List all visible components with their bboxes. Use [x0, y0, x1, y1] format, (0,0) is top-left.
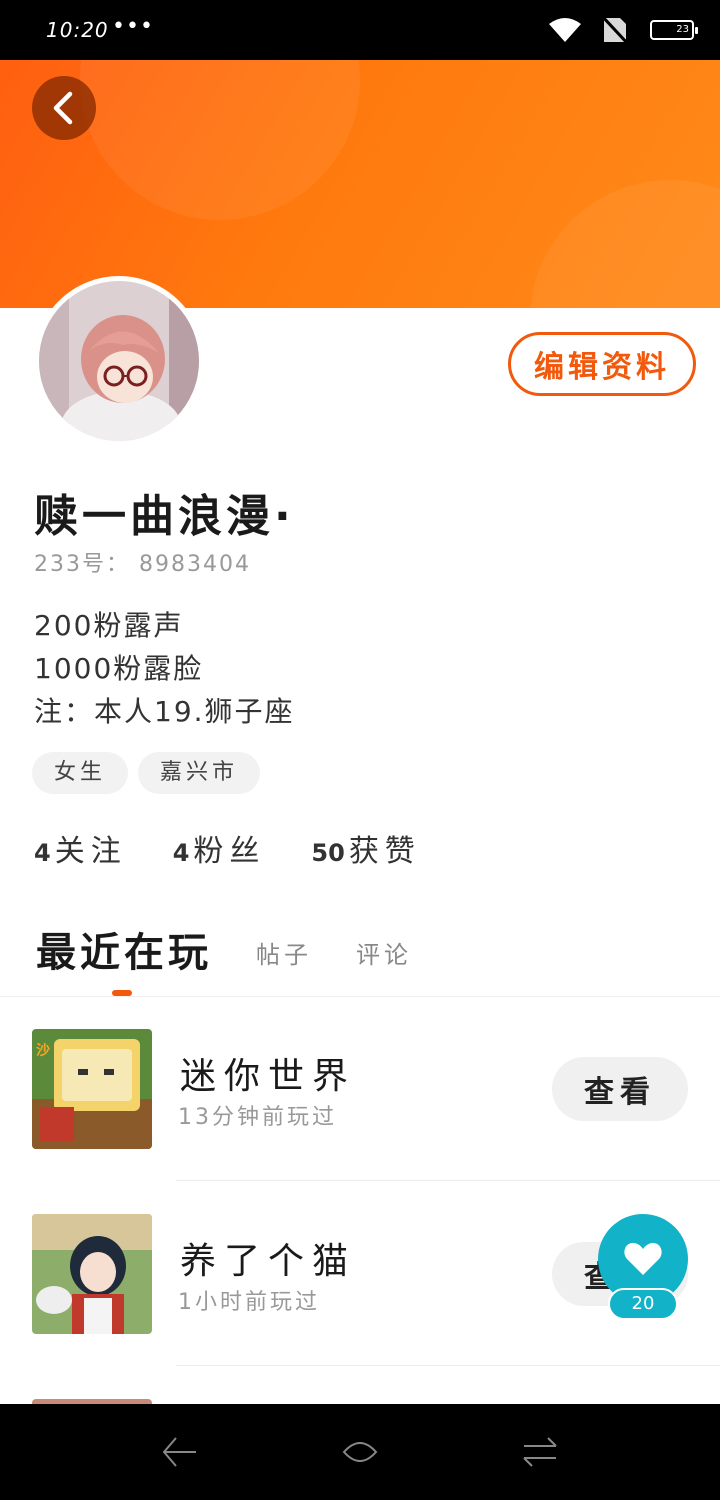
bio-line: 注：本人19.狮子座	[34, 695, 295, 728]
game-last-played: 1小时前玩过	[178, 1290, 320, 1315]
stat-followers-label: 粉丝	[193, 834, 266, 869]
home-diamond-icon	[342, 1442, 378, 1462]
status-bar: 10:20 ••• 23	[0, 0, 720, 60]
nav-recents-button[interactable]	[520, 1432, 560, 1472]
bio-line: 200粉露声	[34, 609, 184, 642]
notification-dots: •••	[112, 14, 154, 39]
edit-profile-button[interactable]: 编辑资料	[508, 332, 696, 396]
tab-recent-games[interactable]: 最近在玩	[36, 920, 212, 978]
game-last-played: 13分钟前玩过	[178, 1105, 337, 1130]
game-icon-cat	[32, 1214, 152, 1334]
game-icon-mini-world: 沙	[32, 1029, 152, 1149]
stat-followers-count: 4	[172, 839, 190, 867]
view-button[interactable]: 查看	[552, 1057, 688, 1121]
profile-tags: 女生 嘉兴市	[32, 752, 261, 794]
profile-banner	[0, 60, 720, 308]
bio: 200粉露声 1000粉露脸 注：本人19.狮子座	[34, 604, 295, 733]
switch-arrows-icon	[523, 1437, 557, 1467]
stat-likes-label: 获赞	[348, 834, 421, 869]
content-tabs: 最近在玩 帖子 评论	[36, 920, 412, 978]
status-time: 10:20	[46, 18, 109, 42]
system-nav-bar	[0, 1404, 720, 1500]
nav-home-button[interactable]	[340, 1432, 380, 1472]
profile-stats: 4 关注 4 粉丝 50 获赞	[34, 826, 421, 870]
divider	[176, 1365, 720, 1366]
stat-following-label: 关注	[54, 834, 127, 869]
game-list-item[interactable]: 沙 迷你世界 13分钟前玩过 查看	[0, 997, 720, 1181]
svg-text:沙: 沙	[36, 1043, 50, 1059]
like-count-badge: 20	[608, 1288, 678, 1320]
stat-likes[interactable]: 50 获赞	[311, 826, 420, 870]
game-name: 迷你世界	[180, 1056, 357, 1097]
back-button[interactable]	[32, 76, 96, 140]
stat-following[interactable]: 4 关注	[34, 826, 127, 870]
bio-line: 1000粉露脸	[34, 652, 204, 685]
heart-icon	[624, 1242, 662, 1275]
stat-followers[interactable]: 4 粉丝	[173, 826, 266, 870]
tag-gender: 女生	[32, 752, 129, 794]
nickname: 赎一曲浪漫·	[34, 491, 295, 542]
stat-following-count: 4	[34, 839, 51, 867]
battery-icon: 23	[650, 20, 698, 40]
nav-back-button[interactable]	[160, 1432, 200, 1472]
banner-decoration	[80, 60, 360, 220]
banner-decoration	[530, 180, 720, 308]
tag-city: 嘉兴市	[138, 752, 261, 794]
stat-likes-count: 50	[311, 839, 345, 867]
no-sim-icon	[600, 14, 630, 48]
avatar[interactable]	[34, 276, 204, 446]
tab-comments[interactable]: 评论	[356, 935, 412, 978]
user-id: 233号： 8983404	[34, 552, 251, 577]
game-name: 养了个猫	[180, 1241, 357, 1282]
tab-posts[interactable]: 帖子	[256, 935, 312, 978]
back-arrow-icon	[162, 1437, 196, 1467]
wifi-icon	[548, 16, 582, 48]
divider	[176, 1180, 720, 1181]
chevron-left-icon	[53, 91, 73, 125]
